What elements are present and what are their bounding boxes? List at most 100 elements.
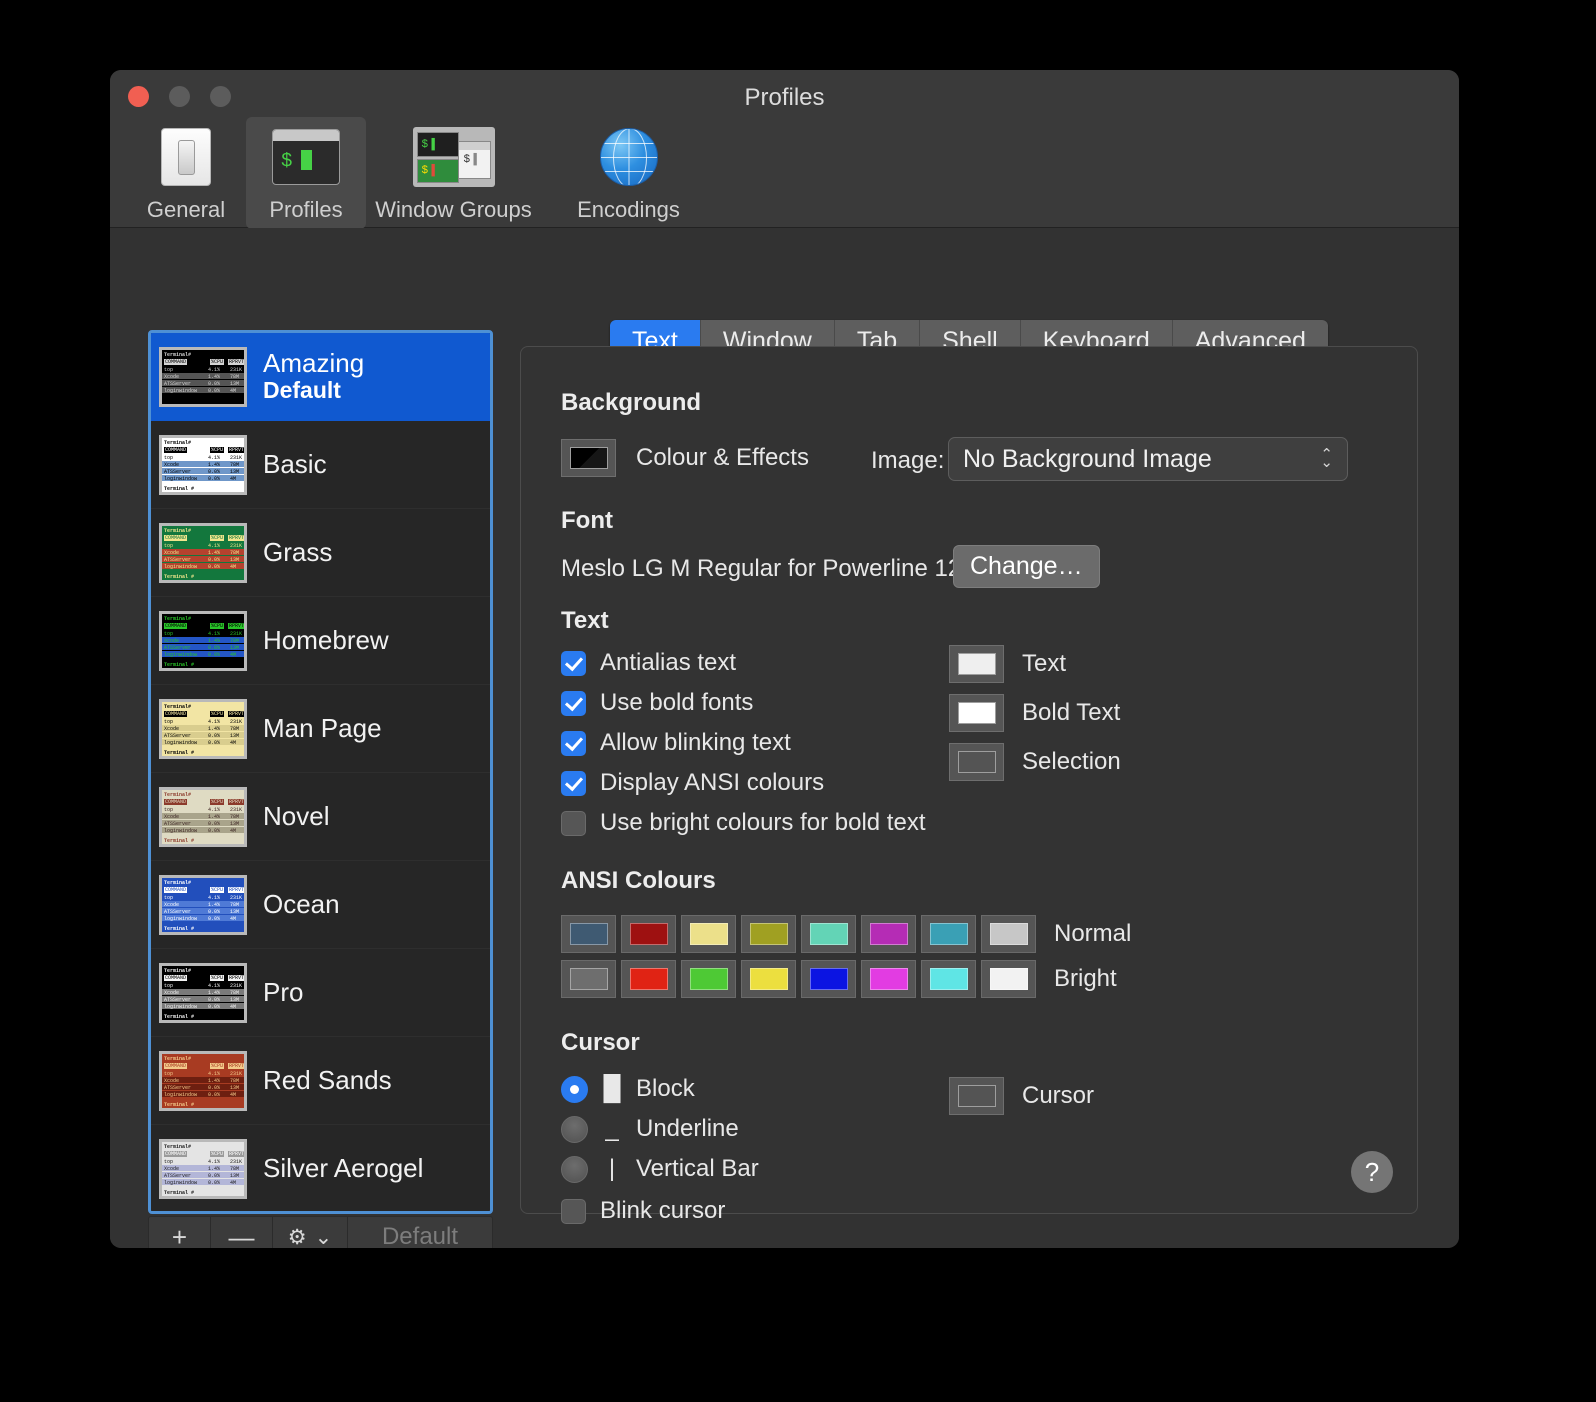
ansi-colour-well[interactable]	[981, 960, 1036, 998]
checkbox[interactable]	[561, 690, 586, 716]
ansi-colour-well[interactable]	[981, 915, 1036, 953]
checkbox[interactable]	[561, 730, 586, 756]
ansi-colour-well[interactable]	[921, 960, 976, 998]
text-colour-row: Selection	[949, 743, 1121, 781]
profile-thumbnail: Terminal# COMMAND %CPU RPRVT top 4.1% 231K Xcod…	[159, 874, 247, 935]
profile-list-item[interactable]: Terminal# COMMAND %CPU RPRVT top 4.1% 231K Xcod…	[151, 597, 490, 685]
ansi-colour-well[interactable]	[801, 960, 856, 998]
ansi-colour-well[interactable]	[621, 915, 676, 953]
background-image-label: Image:	[871, 447, 945, 474]
cursor-shape-glyph: _	[605, 1115, 619, 1143]
profile-list-item[interactable]: Terminal# COMMAND %CPU RPRVT top 4.1% 231K Xcod…	[151, 333, 490, 421]
help-button[interactable]: ?	[1351, 1151, 1393, 1193]
text-option-row[interactable]: Use bright colours for bold text	[561, 809, 926, 837]
cursor-section-title: Cursor	[561, 1029, 640, 1056]
background-colour-well[interactable]	[561, 439, 616, 477]
profile-thumbnail: Terminal# COMMAND %CPU RPRVT top 4.1% 231K Xcod…	[159, 610, 247, 671]
globe-icon	[545, 127, 712, 187]
radio-button[interactable]	[561, 1115, 588, 1143]
cursor-shape-glyph: |	[608, 1155, 616, 1183]
cursor-shape-option[interactable]: _ Underline	[561, 1115, 759, 1143]
text-colour-wells-group: Text Bold Text Selection	[949, 645, 1121, 792]
profile-name: Homebrew	[263, 624, 389, 655]
text-option-row[interactable]: Antialias text	[561, 649, 926, 677]
profile-name: Ocean	[263, 888, 340, 919]
profile-list-item[interactable]: Terminal# COMMAND %CPU RPRVT top 4.1% 231K Xcod…	[151, 1125, 490, 1211]
cursor-shape-option[interactable]: | Vertical Bar	[561, 1155, 759, 1183]
cursor-shape-label: Underline	[636, 1115, 739, 1142]
checkbox[interactable]	[561, 770, 586, 796]
ansi-colour-well[interactable]	[681, 915, 736, 953]
text-option-label: Use bright colours for bold text	[600, 809, 926, 836]
blink-cursor-row[interactable]: Blink cursor	[561, 1197, 759, 1225]
window-groups-icon: $ ▌ $ ▌ $ ▌	[370, 127, 537, 187]
cursor-shape-glyph: █	[603, 1075, 621, 1103]
colour-well[interactable]	[949, 694, 1004, 732]
ansi-colour-well[interactable]	[861, 960, 916, 998]
ansi-colour-well[interactable]	[621, 960, 676, 998]
ansi-colour-well[interactable]	[561, 960, 616, 998]
profile-thumbnail: Terminal# COMMAND %CPU RPRVT top 4.1% 231K Xcod…	[159, 698, 247, 759]
toolbar-item-window-groups[interactable]: $ ▌ $ ▌ $ ▌ Window Groups	[366, 117, 541, 229]
profile-list-item[interactable]: Terminal# COMMAND %CPU RPRVT top 4.1% 231K Xcod…	[151, 949, 490, 1037]
toolbar-label-profiles: Profiles	[269, 197, 343, 222]
colour-well-label: Bold Text	[1022, 699, 1121, 726]
cursor-colour-well[interactable]	[949, 1077, 1004, 1115]
window-title: Profiles	[744, 84, 825, 111]
ansi-colour-well[interactable]	[741, 915, 796, 953]
radio-button[interactable]	[561, 1155, 588, 1183]
checkbox[interactable]	[561, 810, 586, 836]
ansi-colour-well[interactable]	[681, 960, 736, 998]
profile-list-item[interactable]: Terminal# COMMAND %CPU RPRVT top 4.1% 231K Xcod…	[151, 1037, 490, 1125]
toolbar-item-encodings[interactable]: Encodings	[541, 117, 716, 229]
profile-list: Terminal# COMMAND %CPU RPRVT top 4.1% 231K Xcod…	[151, 333, 490, 1211]
profile-thumbnail: Terminal# COMMAND %CPU RPRVT top 4.1% 231K Xcod…	[159, 1138, 247, 1199]
checkbox[interactable]	[561, 1198, 586, 1224]
text-option-label: Display ANSI colours	[600, 769, 825, 796]
background-image-value: No Background Image	[963, 444, 1212, 473]
profile-name: Man Page	[263, 712, 382, 743]
cursor-colour-row: Cursor	[949, 1077, 1094, 1115]
ansi-colour-well[interactable]	[921, 915, 976, 953]
chevron-down-icon: ⌄	[314, 1225, 333, 1249]
ansi-colour-well[interactable]	[741, 960, 796, 998]
text-option-row[interactable]: Allow blinking text	[561, 729, 926, 757]
profile-list-item[interactable]: Terminal# COMMAND %CPU RPRVT top 4.1% 231K Xcod…	[151, 509, 490, 597]
toolbar-item-profiles[interactable]: $ Profiles	[246, 117, 366, 229]
cursor-shape-option[interactable]: █ Block	[561, 1075, 759, 1103]
ansi-colour-grid: Normal Bright	[561, 915, 1131, 1005]
chevron-up-down-icon: ⌃ ⌄	[1320, 446, 1333, 471]
colour-well-label: Text	[1022, 650, 1067, 677]
profile-list-item[interactable]: Terminal# COMMAND %CPU RPRVT top 4.1% 231K Xcod…	[151, 773, 490, 861]
background-image-select[interactable]: No Background Image ⌃ ⌄	[948, 437, 1348, 481]
change-font-button[interactable]: Change…	[953, 545, 1100, 588]
checkbox[interactable]	[561, 650, 586, 676]
set-default-button[interactable]: Default	[348, 1217, 492, 1248]
gear-icon: ⚙	[287, 1225, 307, 1249]
add-profile-button[interactable]: +	[149, 1217, 211, 1248]
ansi-colour-well[interactable]	[561, 915, 616, 953]
radio-button[interactable]	[561, 1075, 588, 1103]
colour-well-label: Selection	[1022, 748, 1121, 775]
colour-well[interactable]	[949, 645, 1004, 683]
cursor-colour-label: Cursor	[1022, 1082, 1095, 1109]
ansi-colour-well[interactable]	[861, 915, 916, 953]
ansi-colour-well[interactable]	[801, 915, 856, 953]
profile-list-container[interactable]: Terminal# COMMAND %CPU RPRVT top 4.1% 231K Xcod…	[148, 330, 493, 1214]
remove-profile-button[interactable]: —	[211, 1217, 273, 1248]
profile-thumbnail: Terminal# COMMAND %CPU RPRVT top 4.1% 231K Xcod…	[159, 786, 247, 847]
text-colour-row: Bold Text	[949, 694, 1121, 732]
profile-list-item[interactable]: Terminal# COMMAND %CPU RPRVT top 4.1% 231K Xcod…	[151, 685, 490, 773]
cursor-shape-label: Vertical Bar	[636, 1155, 759, 1182]
ansi-row-label: Normal	[1054, 920, 1132, 947]
text-option-label: Allow blinking text	[600, 729, 791, 756]
text-option-row[interactable]: Display ANSI colours	[561, 769, 926, 797]
colour-well[interactable]	[949, 743, 1004, 781]
profile-list-item[interactable]: Terminal# COMMAND %CPU RPRVT top 4.1% 231K Xcod…	[151, 421, 490, 509]
profile-name: Silver Aerogel	[263, 1152, 424, 1183]
switch-icon	[130, 127, 242, 187]
profile-list-item[interactable]: Terminal# COMMAND %CPU RPRVT top 4.1% 231K Xcod…	[151, 861, 490, 949]
profile-actions-menu-button[interactable]: ⚙ ⌄	[273, 1217, 348, 1248]
toolbar-item-general[interactable]: General	[126, 117, 246, 229]
text-option-row[interactable]: Use bold fonts	[561, 689, 926, 717]
